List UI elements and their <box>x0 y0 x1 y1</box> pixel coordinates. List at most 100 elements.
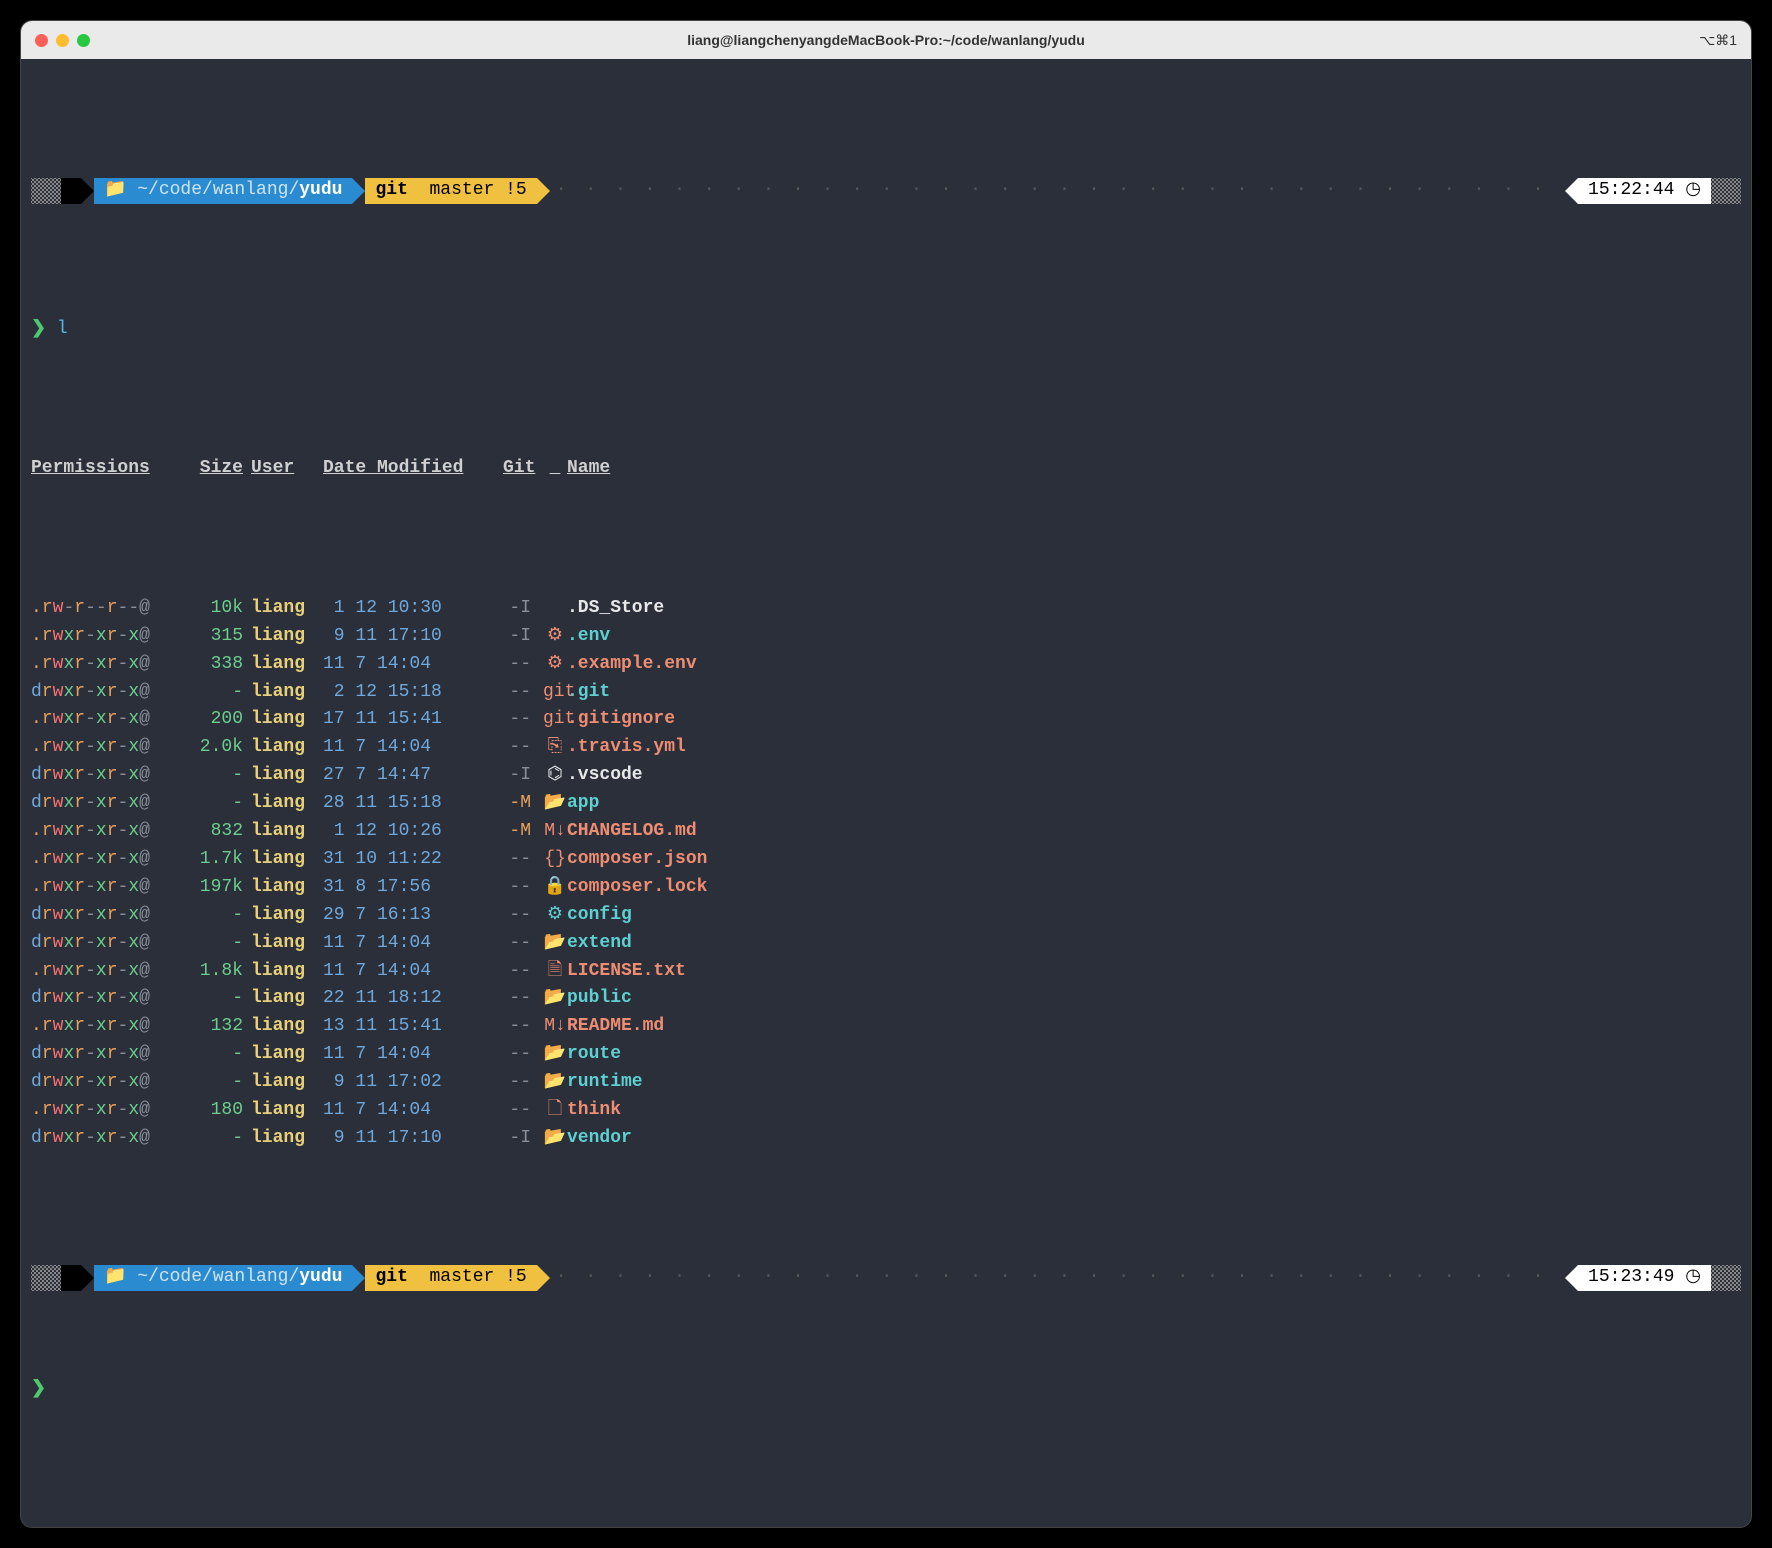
size: 1.8k <box>191 958 251 986</box>
file-name: CHANGELOG.md <box>567 818 1741 846</box>
user: liang <box>251 874 323 902</box>
size: 197k <box>191 874 251 902</box>
file-icon: 📂 <box>543 930 567 958</box>
file-name: .git <box>567 679 1741 707</box>
date: 11 7 14:04 <box>323 734 503 762</box>
folder-icon: 📁 <box>104 1264 137 1292</box>
user: liang <box>251 679 323 707</box>
arrow-icon <box>352 1265 365 1291</box>
perm: drwxr-xr-x@ <box>31 1069 191 1097</box>
git-label: git <box>375 1264 407 1292</box>
list-item: drwxr-xr-x@-liang 9 11 17:02--📂runtime <box>31 1069 1741 1097</box>
date: 1 12 10:30 <box>323 595 503 623</box>
list-item: drwxr-xr-x@-liang27 7 14:47-I⌬.vscode <box>31 762 1741 790</box>
file-icon: M↓ <box>543 818 567 846</box>
file-name: .gitignore <box>567 706 1741 734</box>
file-name: think <box>567 1097 1741 1125</box>
user: liang <box>251 762 323 790</box>
git-status: -- <box>503 734 543 762</box>
size: 180 <box>191 1097 251 1125</box>
git-status: -- <box>503 985 543 1013</box>
size: - <box>191 762 251 790</box>
file-icon: 🗎 <box>543 958 567 986</box>
git-status: -- <box>503 651 543 679</box>
size: - <box>191 985 251 1013</box>
date: 11 7 14:04 <box>323 651 503 679</box>
list-item: drwxr-xr-x@-liang29 7 16:13--⚙config <box>31 902 1741 930</box>
file-icon: 📂 <box>543 1125 567 1153</box>
prompt-waiting[interactable]: ❯ <box>31 1376 1741 1404</box>
path-prefix: ~/code/wanlang/ <box>137 177 299 205</box>
user: liang <box>251 1041 323 1069</box>
time-1: 15:22:44 <box>1588 177 1674 205</box>
file-icon: ⎘ <box>543 734 567 762</box>
list-item: .rwxr-xr-x@200liang17 11 15:41--git.giti… <box>31 706 1741 734</box>
time-segment: 15:22:44 ◷ <box>1578 178 1711 204</box>
git-status: -- <box>503 1041 543 1069</box>
date: 9 11 17:02 <box>323 1069 503 1097</box>
file-name: public <box>567 985 1741 1013</box>
path-last: yudu <box>299 177 342 205</box>
dots-filler: · · · · · · · · · · · · · · · · · · · · … <box>550 1264 1565 1292</box>
dither-left-icon <box>31 1265 61 1291</box>
clock-icon: ◷ <box>1685 177 1701 205</box>
terminal-body[interactable]: 📁 ~/code/wanlang/yudu git master !5 · · … <box>21 59 1751 1527</box>
user: liang <box>251 818 323 846</box>
git-dirty: !5 <box>505 177 527 205</box>
time-2: 15:23:49 <box>1588 1264 1674 1292</box>
close-button[interactable] <box>35 34 48 47</box>
file-name: route <box>567 1041 1741 1069</box>
perm: .rw-r--r--@ <box>31 595 191 623</box>
date: 29 7 16:13 <box>323 902 503 930</box>
list-item: .rwxr-xr-x@315liang 9 11 17:10-I⚙.env <box>31 623 1741 651</box>
minimize-button[interactable] <box>56 34 69 47</box>
git-status: -- <box>503 958 543 986</box>
command-line: ❯ l <box>31 316 1741 344</box>
file-icon: ⚙ <box>543 651 567 679</box>
file-icon: ⚙ <box>543 902 567 930</box>
file-name: vendor <box>567 1125 1741 1153</box>
size: 1.7k <box>191 846 251 874</box>
list-item: drwxr-xr-x@-liang22 11 18:12--📂public <box>31 985 1741 1013</box>
git-status: -M <box>503 790 543 818</box>
perm: drwxr-xr-x@ <box>31 762 191 790</box>
perm: drwxr-xr-x@ <box>31 902 191 930</box>
list-item: drwxr-xr-x@-liang11 7 14:04--📂route <box>31 1041 1741 1069</box>
folder-icon: 📁 <box>104 177 137 205</box>
user: liang <box>251 958 323 986</box>
prompt-line-1: 📁 ~/code/wanlang/yudu git master !5 · · … <box>31 177 1741 205</box>
size: 832 <box>191 818 251 846</box>
list-item: drwxr-xr-x@-liang 9 11 17:10-I📂vendor <box>31 1125 1741 1153</box>
list-item: .rwxr-xr-x@1.7kliang31 10 11:22--{}compo… <box>31 846 1741 874</box>
git-dirty: !5 <box>505 1264 527 1292</box>
traffic-lights <box>35 34 90 47</box>
perm: drwxr-xr-x@ <box>31 1041 191 1069</box>
perm: drwxr-xr-x@ <box>31 985 191 1013</box>
list-item: .rwxr-xr-x@197kliang31 8 17:56--🔒compose… <box>31 874 1741 902</box>
user: liang <box>251 902 323 930</box>
git-status: -I <box>503 762 543 790</box>
arrow-icon <box>537 1265 550 1291</box>
prompt-symbol: ❯ <box>31 1379 46 1399</box>
file-icon: 📂 <box>543 985 567 1013</box>
file-name: composer.json <box>567 846 1741 874</box>
zoom-button[interactable] <box>77 34 90 47</box>
date: 13 11 15:41 <box>323 1013 503 1041</box>
dither-right-icon <box>1711 1265 1741 1291</box>
file-name: .env <box>567 623 1741 651</box>
file-name: .example.env <box>567 651 1741 679</box>
perm: .rwxr-xr-x@ <box>31 1097 191 1125</box>
path-prefix: ~/code/wanlang/ <box>137 1264 299 1292</box>
list-item: .rwxr-xr-x@338liang11 7 14:04--⚙.example… <box>31 651 1741 679</box>
date: 27 7 14:47 <box>323 762 503 790</box>
user: liang <box>251 846 323 874</box>
date: 31 8 17:56 <box>323 874 503 902</box>
file-name: app <box>567 790 1741 818</box>
listing-header: Permissions Size User Date Modified Git … <box>31 455 1741 483</box>
file-icon: 🗋 <box>543 1097 567 1125</box>
file-icon: git <box>543 679 567 707</box>
arrow-icon <box>81 178 94 204</box>
terminal-window: liang@liangchenyangdeMacBook-Pro:~/code/… <box>20 20 1752 1528</box>
user: liang <box>251 790 323 818</box>
perm: drwxr-xr-x@ <box>31 790 191 818</box>
